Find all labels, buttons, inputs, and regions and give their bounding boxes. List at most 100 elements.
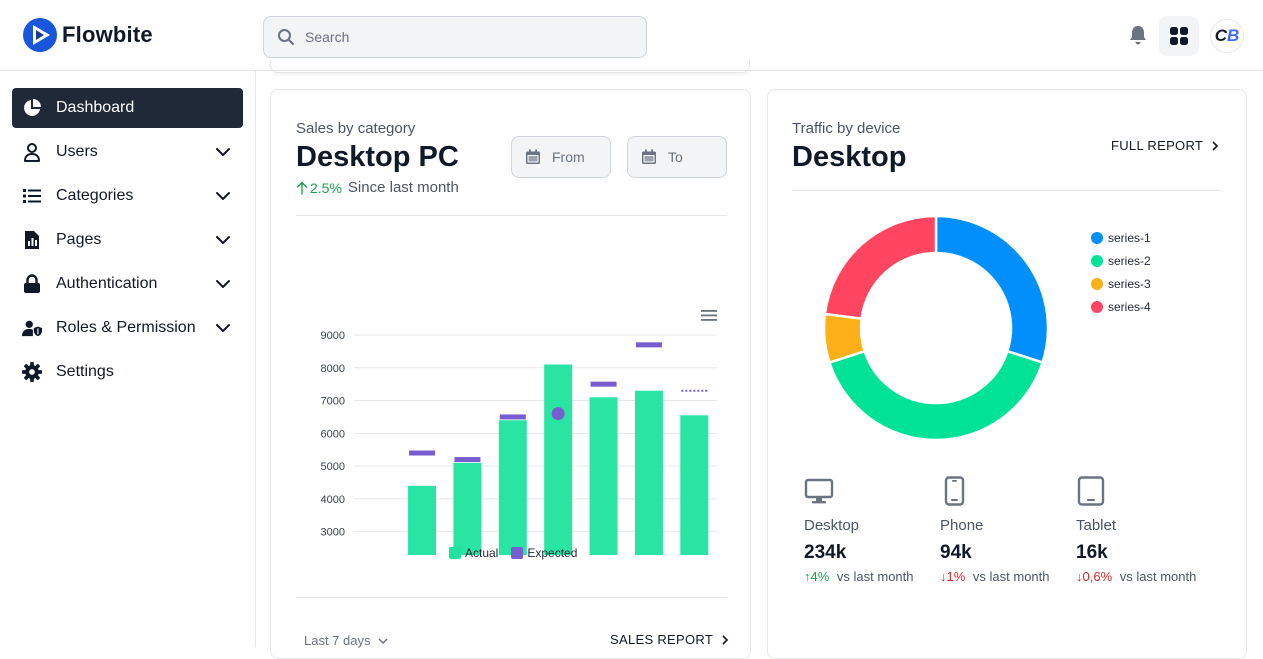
from-date-input[interactable]: From bbox=[511, 136, 611, 178]
sales-report-link[interactable]: SALES REPORT bbox=[610, 632, 731, 647]
search-box[interactable] bbox=[263, 16, 647, 58]
legend-item-series-1[interactable]: series-1 bbox=[1091, 231, 1151, 245]
expected-marker-2012[interactable] bbox=[409, 450, 436, 456]
legend-item-expected[interactable]: Expected bbox=[511, 546, 577, 560]
expected-marker-2016[interactable] bbox=[590, 381, 617, 387]
full-report-link[interactable]: FULL REPORT bbox=[1111, 138, 1221, 153]
chevron-down-icon bbox=[377, 637, 388, 644]
chevron-down-icon[interactable] bbox=[215, 188, 231, 204]
sales-trend: 2.5% Since last month bbox=[296, 179, 459, 196]
app-name: Flowbite bbox=[62, 22, 153, 47]
previous-card-edge bbox=[270, 60, 750, 73]
monitor-icon bbox=[804, 478, 834, 504]
chevron-down-icon[interactable] bbox=[215, 276, 231, 292]
sidebar-item-label: Settings bbox=[56, 363, 114, 380]
donut-slice-series-1[interactable] bbox=[934, 214, 1050, 365]
traffic-donut-chart bbox=[822, 214, 1050, 442]
sidebar: Dashboard Users Categories Pages Authent… bbox=[0, 71, 256, 647]
legend-item-series-2[interactable]: series-2 bbox=[1091, 254, 1151, 268]
legend-swatch bbox=[449, 547, 461, 559]
app-logo[interactable]: Flowbite bbox=[22, 17, 153, 53]
to-date-input[interactable]: To bbox=[627, 136, 727, 178]
traffic-by-device-card: Traffic by device Desktop FULL REPORT se… bbox=[767, 89, 1247, 659]
to-placeholder: To bbox=[668, 149, 683, 165]
chevron-down-icon[interactable] bbox=[215, 320, 231, 336]
device-name: Tablet bbox=[1076, 517, 1117, 534]
grid-icon bbox=[1170, 27, 1188, 45]
sales-by-category-card: Sales by category Desktop PC 2.5% Since … bbox=[270, 89, 751, 659]
device-name: Desktop bbox=[804, 517, 860, 534]
bar-actual-2015[interactable] bbox=[544, 364, 573, 556]
sidebar-item-users[interactable]: Users bbox=[12, 132, 243, 172]
y-tick-label: 9000 bbox=[321, 330, 345, 342]
user-avatar[interactable]: CB bbox=[1210, 19, 1244, 53]
divider bbox=[296, 597, 727, 598]
donut-slice-series-2[interactable] bbox=[827, 349, 1045, 442]
phone-icon bbox=[944, 476, 965, 506]
sidebar-item-roles-permission[interactable]: Roles & Permission bbox=[12, 308, 243, 348]
chevron-down-icon[interactable] bbox=[215, 232, 231, 248]
sidebar-item-dashboard[interactable]: Dashboard bbox=[12, 88, 243, 128]
chart-bars bbox=[408, 364, 709, 556]
arrow-up-icon bbox=[296, 181, 308, 195]
bar-actual-2013[interactable] bbox=[453, 462, 482, 555]
lock-icon bbox=[22, 274, 42, 294]
bar-actual-2012[interactable] bbox=[408, 485, 437, 555]
chart-menu-icon[interactable] bbox=[701, 310, 717, 321]
user-icon bbox=[22, 142, 42, 162]
change-value: 4% bbox=[810, 569, 830, 584]
chevron-down-icon[interactable] bbox=[215, 144, 231, 160]
bar-actual-2016[interactable] bbox=[589, 397, 618, 555]
bar-actual-2014[interactable] bbox=[498, 420, 527, 555]
y-tick-label: 3000 bbox=[321, 527, 345, 539]
expected-marker-2015[interactable] bbox=[551, 407, 565, 421]
sidebar-item-settings[interactable]: Settings bbox=[12, 352, 243, 392]
card-title: Desktop bbox=[792, 141, 907, 173]
legend-label: series-3 bbox=[1108, 277, 1151, 291]
bar-actual-2018[interactable] bbox=[680, 415, 709, 555]
pie-chart-icon bbox=[22, 98, 42, 118]
chevron-right-icon bbox=[722, 634, 729, 645]
chart-legend: Actual Expected bbox=[449, 546, 577, 560]
sidebar-item-authentication[interactable]: Authentication bbox=[12, 264, 243, 304]
list-icon bbox=[22, 186, 42, 206]
donut-slices bbox=[822, 214, 1050, 442]
device-change: ↓0,6% vs last month bbox=[1076, 569, 1196, 584]
legend-swatch bbox=[1091, 255, 1103, 267]
document-icon bbox=[22, 230, 42, 250]
trend-value: 2.5% bbox=[310, 179, 342, 196]
expected-marker-2013[interactable] bbox=[454, 457, 481, 463]
from-placeholder: From bbox=[552, 149, 585, 165]
trend-text: Since last month bbox=[347, 179, 459, 196]
divider bbox=[792, 190, 1222, 191]
avatar-initial-2: B bbox=[1227, 26, 1240, 45]
legend-item-actual[interactable]: Actual bbox=[449, 546, 498, 560]
device-name: Phone bbox=[940, 517, 984, 534]
legend-item-series-3[interactable]: series-3 bbox=[1091, 277, 1151, 291]
y-tick-label: 4000 bbox=[321, 494, 345, 506]
expected-marker-2014[interactable] bbox=[499, 414, 526, 420]
sidebar-item-categories[interactable]: Categories bbox=[12, 176, 243, 216]
device-stat-desktop: Desktop 234k ↑4% vs last month bbox=[804, 476, 914, 584]
bar-actual-2017[interactable] bbox=[634, 390, 663, 555]
sidebar-item-label: Roles & Permission bbox=[56, 319, 196, 336]
device-value: 16k bbox=[1076, 542, 1108, 563]
legend-swatch bbox=[1091, 278, 1103, 290]
sidebar-item-label: Dashboard bbox=[56, 99, 135, 116]
device-stat-phone: Phone 94k ↓1% vs last month bbox=[940, 476, 1050, 584]
expected-marker-2017[interactable] bbox=[635, 342, 662, 348]
device-value: 234k bbox=[804, 542, 847, 563]
chevron-right-icon bbox=[1212, 140, 1219, 151]
sidebar-item-label: Users bbox=[56, 143, 98, 160]
range-dropdown[interactable]: Last 7 days bbox=[304, 633, 389, 648]
device-change: ↑4% vs last month bbox=[804, 569, 914, 584]
donut-slice-series-4[interactable] bbox=[823, 214, 938, 320]
notifications-bell-icon[interactable] bbox=[1127, 24, 1149, 46]
apps-button[interactable] bbox=[1159, 16, 1199, 56]
sidebar-item-pages[interactable]: Pages bbox=[12, 220, 243, 260]
search-input[interactable] bbox=[305, 29, 625, 45]
calendar-icon bbox=[642, 149, 656, 164]
change-note: vs last month bbox=[836, 569, 914, 584]
y-tick-label: 6000 bbox=[321, 428, 345, 440]
legend-item-series-4[interactable]: series-4 bbox=[1091, 300, 1151, 314]
